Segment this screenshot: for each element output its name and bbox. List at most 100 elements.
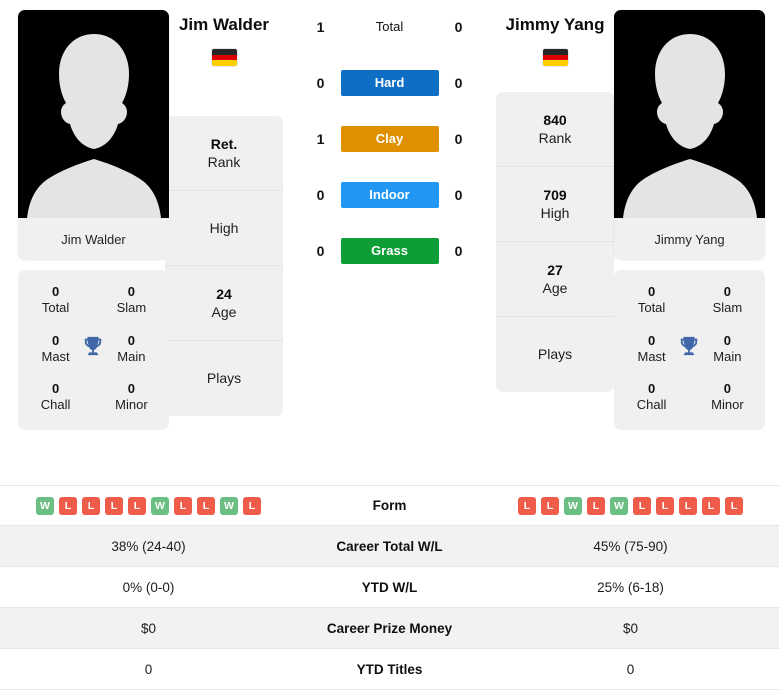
titles-minor: 0 Minor [115, 381, 148, 413]
form-badge-l[interactable]: L [725, 496, 743, 515]
form-badge-l[interactable]: L [243, 496, 261, 515]
row-label-career-total-wl: Career Total W/L [336, 538, 443, 554]
right-player-name: Jimmy Yang [505, 15, 605, 34]
player-silhouette-icon [622, 34, 757, 218]
surface-row-indoor: 0 Indoor 0 [283, 178, 496, 212]
right-form-badges: LLWLWLLLLL [482, 496, 779, 515]
right-player-photo-card[interactable]: Jimmy Yang [614, 10, 765, 260]
table-row-career-total-wl: 38% (24-40) Career Total W/L 45% (75-90) [0, 526, 779, 567]
titles-main: 0 Main [713, 332, 742, 364]
titles-total: 0 Total [637, 284, 666, 316]
row-label-ytd-titles: YTD Titles [356, 661, 423, 677]
right-surface-count-indoor: 0 [454, 187, 463, 203]
form-badge-l[interactable]: L [59, 496, 77, 515]
left-ytd-wl: 0% (0-0) [122, 579, 175, 595]
left-career-total-wl: 38% (24-40) [111, 538, 186, 554]
right-info-high: 709 High [496, 167, 614, 242]
form-badge-l[interactable]: L [587, 496, 605, 515]
form-badge-l[interactable]: L [633, 496, 651, 515]
form-badge-w[interactable]: W [564, 496, 582, 515]
row-label-form: Form [372, 498, 407, 513]
table-row-form: WLLLLWLLWL Form LLWLWLLLLL [0, 485, 779, 526]
titles-slam: 0 Slam [712, 284, 743, 316]
form-badge-w[interactable]: W [36, 496, 54, 515]
form-badge-l[interactable]: L [541, 496, 559, 515]
left-surface-count-indoor: 0 [316, 187, 325, 203]
left-player-info-card: Ret. Rank High 24 Age Plays [165, 116, 283, 416]
form-badge-l[interactable]: L [105, 496, 123, 515]
form-badge-l[interactable]: L [702, 496, 720, 515]
left-surface-count-hard: 0 [316, 75, 325, 91]
form-badge-l[interactable]: L [174, 496, 192, 515]
trophy-icon [81, 333, 106, 357]
right-career-prize-money: $0 [622, 620, 639, 636]
titles-row-chall-minor: 0 Chall 0 Minor [614, 381, 765, 414]
form-badge-l[interactable]: L [82, 496, 100, 515]
right-player-photo [614, 10, 765, 218]
left-form-strip: WLLLLWLLWL [0, 496, 297, 515]
row-label-career-prize-money: Career Prize Money [326, 620, 453, 636]
titles-row-mast-main: 0 Mast 0 Main [614, 333, 765, 366]
titles-chall: 0 Chall [636, 381, 667, 413]
titles-row-total-slam: 0 Total 0 Slam [18, 284, 169, 317]
titles-row-chall-minor: 0 Chall 0 Minor [18, 381, 169, 414]
surface-badge-grass[interactable]: Grass [340, 238, 439, 264]
right-surface-count-clay: 0 [454, 131, 463, 147]
form-badge-l[interactable]: L [656, 496, 674, 515]
left-player-photo-caption: Jim Walder [18, 218, 169, 260]
right-surface-count-hard: 0 [454, 75, 463, 91]
surface-row-hard: 0 Hard 0 [283, 66, 496, 100]
left-player-photo [18, 10, 169, 218]
surface-badge-hard[interactable]: Hard [340, 70, 439, 96]
left-career-prize-money: $0 [140, 620, 157, 636]
germany-flag-icon [542, 49, 568, 66]
form-badge-l[interactable]: L [128, 496, 146, 515]
left-surface-count-total: 1 [316, 19, 325, 35]
comparison-stats-table: WLLLLWLLWL Form LLWLWLLLLL 38% (24-40) C… [0, 485, 779, 690]
right-form-strip: LLWLWLLLLL [482, 496, 779, 515]
form-badge-l[interactable]: L [518, 496, 536, 515]
right-player-titles-card: 0 Total 0 Slam 0 Mast 0 Main 0 Chall 0 M… [614, 270, 765, 430]
form-badge-w[interactable]: W [220, 496, 238, 515]
left-player-column: Jim Walder 0 Total 0 Slam 0 Mast 0 Main … [0, 0, 169, 430]
form-badge-l[interactable]: L [679, 496, 697, 515]
right-info-plays: Plays [537, 346, 573, 363]
right-info-age: 27 Age [496, 242, 614, 317]
titles-mast: 0 Mast [41, 332, 70, 364]
germany-flag-icon [211, 49, 237, 66]
surface-badge-indoor[interactable]: Indoor [340, 182, 439, 208]
titles-main: 0 Main [117, 332, 146, 364]
right-career-total-wl: 45% (75-90) [593, 538, 668, 554]
form-badge-w[interactable]: W [610, 496, 628, 515]
surface-row-grass: 0 Grass 0 [283, 234, 496, 268]
right-player-info-column: Jimmy Yang 840 Rank 709 High 27 Age Play… [496, 0, 614, 392]
surface-badge-clay[interactable]: Clay [340, 126, 439, 152]
left-info-plays: Plays [206, 370, 242, 387]
titles-row-mast-main: 0 Mast 0 Main [18, 333, 169, 366]
player-comparison-page: Jim Walder 0 Total 0 Slam 0 Mast 0 Main … [0, 0, 779, 699]
left-form-badges: WLLLLWLLWL [0, 496, 297, 515]
titles-slam: 0 Slam [116, 284, 147, 316]
table-row-ytd-wl: 0% (0-0) YTD W/L 25% (6-18) [0, 567, 779, 608]
left-player-info-column: Jim Walder Ret. Rank High 24 Age Plays [165, 0, 283, 416]
left-info-rank: Ret. Rank [165, 116, 283, 191]
right-surface-count-grass: 0 [454, 243, 463, 259]
trophy-icon-glyph [85, 336, 102, 355]
comparison-top-section: Jim Walder 0 Total 0 Slam 0 Mast 0 Main … [0, 0, 779, 478]
right-surface-count-total: 0 [454, 19, 463, 35]
titles-chall: 0 Chall [40, 381, 71, 413]
left-info-high: High [165, 191, 283, 266]
right-ytd-titles: 0 [626, 661, 635, 677]
player-silhouette-icon [26, 34, 161, 218]
titles-mast: 0 Mast [637, 332, 666, 364]
trophy-icon-glyph [681, 336, 698, 355]
form-badge-l[interactable]: L [197, 496, 215, 515]
left-player-photo-card[interactable]: Jim Walder [18, 10, 169, 260]
row-label-ytd-wl: YTD W/L [361, 579, 418, 595]
left-player-titles-card: 0 Total 0 Slam 0 Mast 0 Main 0 Chall 0 M… [18, 270, 169, 430]
form-badge-w[interactable]: W [151, 496, 169, 515]
